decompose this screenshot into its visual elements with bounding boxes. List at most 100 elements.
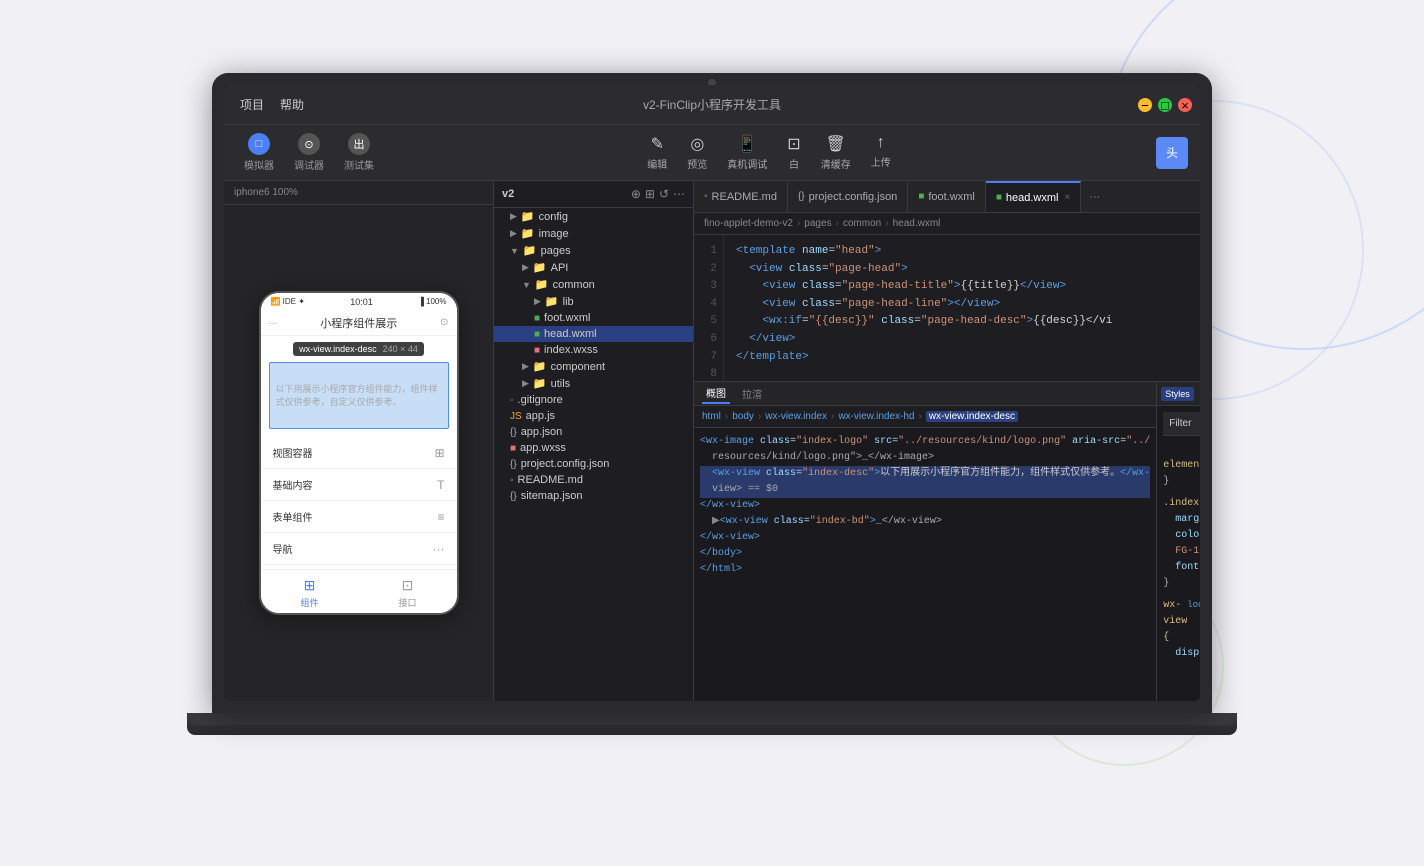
folder-icon: 📁: [521, 210, 535, 223]
tree-lib[interactable]: ▶ 📁 lib: [494, 293, 693, 310]
tree-app-js[interactable]: JS app.js: [494, 408, 693, 424]
laptop-base: [187, 713, 1237, 725]
clear-cache-action[interactable]: 🗑 清缓存: [821, 134, 851, 171]
tree-app-wxss[interactable]: ■ app.wxss: [494, 440, 693, 456]
tab-project-config[interactable]: {} project.config.json: [788, 181, 908, 212]
user-avatar[interactable]: 头: [1156, 137, 1188, 169]
css-closing: }: [1163, 474, 1200, 490]
phone-title-icon[interactable]: ⊙: [440, 317, 448, 328]
dom-tab-render[interactable]: 拉渲: [738, 384, 766, 403]
clear-cache-icon: 🗑: [826, 134, 846, 154]
styles-tab[interactable]: Styles: [1161, 387, 1194, 401]
preview-action[interactable]: ◎ 预览: [687, 134, 707, 171]
phone-tab-api[interactable]: ⊡ 接口: [398, 576, 416, 609]
debugger-button[interactable]: ⊙ 调试器: [286, 129, 332, 176]
dom-tab-overview[interactable]: 概图: [702, 383, 730, 404]
cut-action[interactable]: ⊡ 白: [787, 134, 800, 171]
phone-title-dots[interactable]: ···: [269, 318, 278, 328]
tree-item-name: common: [553, 279, 595, 291]
css-rules: :hov .cls + element.style { }: [1157, 406, 1200, 701]
tree-config[interactable]: ▶ 📁 config: [494, 208, 693, 225]
tree-utils[interactable]: ▶ 📁 utils: [494, 375, 693, 392]
tree-head-wxml[interactable]: ■ head.wxml: [494, 326, 693, 342]
device-debug-action[interactable]: 📱 真机调试: [727, 134, 767, 171]
nav-item-icon: T: [437, 478, 444, 492]
code-line-1: <template name="head">: [736, 243, 1188, 261]
tree-item-name: app.wxss: [520, 442, 566, 454]
tooltip-component-name: wx-view.index-desc: [299, 344, 377, 354]
css-selector3: wx-view {: [1163, 598, 1187, 646]
tree-image[interactable]: ▶ 📁 image: [494, 225, 693, 242]
phone-status-bar: 📶 IDE ✦ 10:01 ▐ 100%: [261, 293, 457, 311]
dom-line: </wx-view>: [700, 530, 1150, 546]
tab-readme[interactable]: ◦ README.md: [694, 181, 788, 212]
preview-icon: ◎: [690, 134, 704, 154]
tab-label: head.wxml: [1006, 192, 1059, 204]
css-filter-input[interactable]: [1163, 412, 1200, 436]
dom-bc-wxview-hd[interactable]: wx-view.index-hd: [838, 411, 914, 422]
nav-item-nav[interactable]: 导航 ···: [261, 533, 457, 565]
device-debug-label: 真机调试: [727, 156, 767, 171]
testset-button[interactable]: 出 测试集: [336, 129, 382, 176]
dom-line: <wx-image class="index-logo" src="../res…: [700, 434, 1150, 450]
dom-bc-wxview-desc[interactable]: wx-view.index-desc: [926, 411, 1018, 422]
menu-item-project[interactable]: 项目: [240, 96, 264, 113]
tree-pages[interactable]: ▼ 📁 pages: [494, 242, 693, 259]
dom-line: </html>: [700, 562, 1150, 578]
phone-frame: 📶 IDE ✦ 10:01 ▐ 100% ··· 小程序组件展示 ⊙: [259, 291, 459, 615]
new-folder-icon[interactable]: ⊞: [645, 187, 655, 201]
tree-app-json[interactable]: {} app.json: [494, 424, 693, 440]
api-tab-label: 接口: [398, 596, 416, 609]
tree-component[interactable]: ▶ 📁 component: [494, 358, 693, 375]
dom-bc-body[interactable]: body: [732, 411, 754, 422]
nav-item-view-container[interactable]: 视图容器 ⊞: [261, 437, 457, 469]
components-tab-icon: ⊞: [300, 576, 318, 594]
upload-action[interactable]: ↑ 上传: [871, 134, 891, 171]
tree-foot-wxml[interactable]: ■ foot.wxml: [494, 310, 693, 326]
config-icon: ◦: [510, 395, 514, 406]
dom-line: </wx-view>: [700, 498, 1150, 514]
tree-sitemap[interactable]: {} sitemap.json: [494, 488, 693, 504]
css-rule-header2: wx-view { localfile:/.index.css:2: [1163, 598, 1200, 646]
more-icon[interactable]: ⋯: [673, 187, 685, 201]
laptop-bottom: [187, 713, 1237, 735]
dom-bc-html[interactable]: html: [702, 411, 721, 422]
tab-foot-wxml[interactable]: ■ foot.wxml: [908, 181, 986, 212]
chevron-down-icon: ▼: [510, 246, 519, 256]
event-listeners-tab[interactable]: Event Listeners: [1198, 387, 1200, 401]
nav-item-basic[interactable]: 基础内容 T: [261, 469, 457, 501]
refresh-icon[interactable]: ↺: [659, 187, 669, 201]
breadcrumb: fino-applet-demo-v2 › pages › common › h…: [694, 213, 1200, 235]
simulator-button[interactable]: □ 模拟器: [236, 129, 282, 176]
dom-bc-wxview-index[interactable]: wx-view.index: [765, 411, 827, 422]
close-button[interactable]: ×: [1178, 98, 1192, 112]
selected-element[interactable]: 以下用展示小程序官方组件能力，组件样式仅供参考，自定义仅供参考。: [269, 362, 449, 429]
more-tabs-button[interactable]: ···: [1081, 191, 1108, 203]
dom-panel: 概图 拉渲 html › body › wx-view.index ›: [694, 382, 1157, 701]
nav-item-form[interactable]: 表单组件 ≡: [261, 501, 457, 533]
edit-icon: ✎: [651, 134, 664, 154]
maximize-button[interactable]: □: [1158, 98, 1172, 112]
tree-common[interactable]: ▼ 📁 common: [494, 276, 693, 293]
phone-tab-components[interactable]: ⊞ 组件: [300, 576, 318, 609]
minimize-button[interactable]: −: [1138, 98, 1152, 112]
json-icon3: {}: [510, 491, 517, 502]
edit-action[interactable]: ✎ 编辑: [647, 134, 667, 171]
tree-gitignore[interactable]: ◦ .gitignore: [494, 392, 693, 408]
breadcrumb-sep: ›: [797, 218, 800, 229]
tree-project-config[interactable]: {} project.config.json: [494, 456, 693, 472]
dom-line-highlight2: view> == $0: [700, 482, 1150, 498]
chevron-right-icon: ▶: [522, 361, 529, 372]
selected-element-text: 以下用展示小程序官方组件能力，组件样式仅供参考，自定义仅供参考。: [276, 384, 438, 407]
new-file-icon[interactable]: ⊕: [631, 187, 641, 201]
tree-readme[interactable]: ◦ README.md: [494, 472, 693, 488]
tab-head-wxml[interactable]: ■ head.wxml ×: [986, 181, 1081, 212]
tree-api[interactable]: ▶ 📁 API: [494, 259, 693, 276]
tree-index-wxss[interactable]: ■ index.wxss: [494, 342, 693, 358]
tree-item-name: image: [539, 228, 569, 240]
css-prop-line: color: var(--weui-FG-1);: [1175, 528, 1200, 560]
menu-item-help[interactable]: 帮助: [280, 96, 304, 113]
tab-close-icon[interactable]: ×: [1064, 192, 1070, 203]
css-source-link[interactable]: localfile:/.index.css:2: [1187, 598, 1200, 646]
code-editor[interactable]: 1 2 3 4 5 6 7 8 <template name="head">: [694, 235, 1200, 381]
